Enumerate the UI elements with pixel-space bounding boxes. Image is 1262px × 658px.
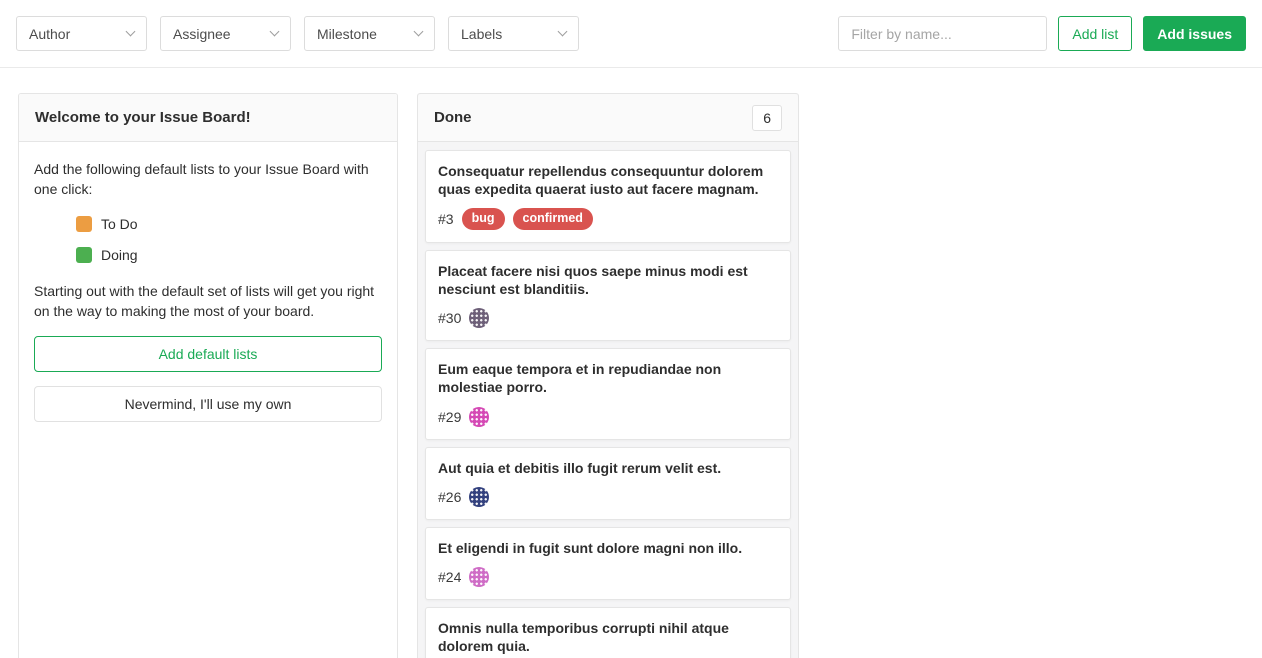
filter-dropdown-label: Author	[29, 26, 70, 42]
chevron-down-icon	[558, 27, 568, 37]
issue-title: Eum eaque tempora et in repudiandae non …	[438, 360, 778, 396]
board-list-done: Done 6 Consequatur repellendus consequun…	[417, 93, 799, 658]
list-name: Doing	[101, 245, 138, 265]
issue-label-bug[interactable]: bug	[462, 208, 505, 230]
list-name: To Do	[101, 214, 138, 234]
issue-card[interactable]: Eum eaque tempora et in repudiandae non …	[425, 348, 791, 439]
filter-dropdown-labels[interactable]: Labels	[448, 16, 579, 51]
issue-card[interactable]: Aut quia et debitis illo fugit rerum vel…	[425, 447, 791, 520]
issue-id: #26	[438, 489, 461, 505]
chevron-down-icon	[270, 27, 280, 37]
issue-card[interactable]: Placeat facere nisi quos saepe minus mod…	[425, 250, 791, 341]
default-list-item: To Do	[76, 214, 382, 234]
filter-toolbar: Author Assignee Milestone Labels Add list A…	[0, 0, 1262, 68]
chevron-down-icon	[126, 27, 136, 37]
issue-card-footer: #24	[438, 567, 778, 587]
issue-label-confirmed[interactable]: confirmed	[513, 208, 593, 230]
issue-card-footer: #26	[438, 487, 778, 507]
welcome-intro-text: Add the following default lists to your …	[34, 159, 382, 200]
board-list-header[interactable]: Done 6	[418, 94, 798, 142]
issue-card[interactable]: Omnis nulla temporibus corrupti nihil at…	[425, 607, 791, 658]
filter-dropdown-author[interactable]: Author	[16, 16, 147, 51]
filter-dropdown-label: Milestone	[317, 26, 377, 42]
filter-dropdown-label: Assignee	[173, 26, 231, 42]
default-lists: To Do Doing	[34, 214, 382, 266]
welcome-panel-title: Welcome to your Issue Board!	[35, 109, 251, 126]
filter-by-name-input[interactable]	[838, 16, 1047, 51]
issue-count-badge: 6	[752, 105, 782, 131]
issue-title: Consequatur repellendus consequuntur dol…	[438, 162, 778, 198]
toolbar-actions: Add list Add issues	[838, 16, 1246, 51]
filter-dropdown-milestone[interactable]: Milestone	[304, 16, 435, 51]
issue-card[interactable]: Consequatur repellendus consequuntur dol…	[425, 150, 791, 243]
list-color-swatch	[76, 216, 92, 232]
issue-card-footer: #30	[438, 308, 778, 328]
welcome-panel-body: Add the following default lists to your …	[19, 142, 397, 439]
issue-card-list[interactable]: Consequatur repellendus consequuntur dol…	[418, 142, 798, 658]
issue-card-footer: #3 bug confirmed	[438, 208, 778, 230]
issue-id: #3	[438, 211, 454, 227]
welcome-outro-text: Starting out with the default set of lis…	[34, 281, 382, 322]
assignee-avatar[interactable]	[469, 407, 489, 427]
add-default-lists-button[interactable]: Add default lists	[34, 336, 382, 372]
filter-dropdown-label: Labels	[461, 26, 502, 42]
add-list-button[interactable]: Add list	[1058, 16, 1132, 51]
chevron-down-icon	[414, 27, 424, 37]
issue-board: Welcome to your Issue Board! Add the fol…	[0, 68, 1262, 658]
filter-dropdowns: Author Assignee Milestone Labels	[16, 16, 579, 51]
default-list-item: Doing	[76, 245, 382, 265]
issue-title: Et eligendi in fugit sunt dolore magni n…	[438, 539, 778, 557]
issue-title: Placeat facere nisi quos saepe minus mod…	[438, 262, 778, 298]
list-color-swatch	[76, 247, 92, 263]
issue-card-footer: #29	[438, 407, 778, 427]
issue-id: #24	[438, 569, 461, 585]
issue-title: Omnis nulla temporibus corrupti nihil at…	[438, 619, 778, 655]
welcome-panel-header: Welcome to your Issue Board!	[19, 94, 397, 142]
issue-title: Aut quia et debitis illo fugit rerum vel…	[438, 459, 778, 477]
board-list-title: Done	[434, 109, 472, 126]
nevermind-button[interactable]: Nevermind, I'll use my own	[34, 386, 382, 422]
assignee-avatar[interactable]	[469, 567, 489, 587]
issue-id: #29	[438, 409, 461, 425]
issue-id: #30	[438, 310, 461, 326]
issue-card[interactable]: Et eligendi in fugit sunt dolore magni n…	[425, 527, 791, 600]
assignee-avatar[interactable]	[469, 487, 489, 507]
add-issues-button[interactable]: Add issues	[1143, 16, 1246, 51]
filter-dropdown-assignee[interactable]: Assignee	[160, 16, 291, 51]
assignee-avatar[interactable]	[469, 308, 489, 328]
welcome-panel: Welcome to your Issue Board! Add the fol…	[18, 93, 398, 658]
